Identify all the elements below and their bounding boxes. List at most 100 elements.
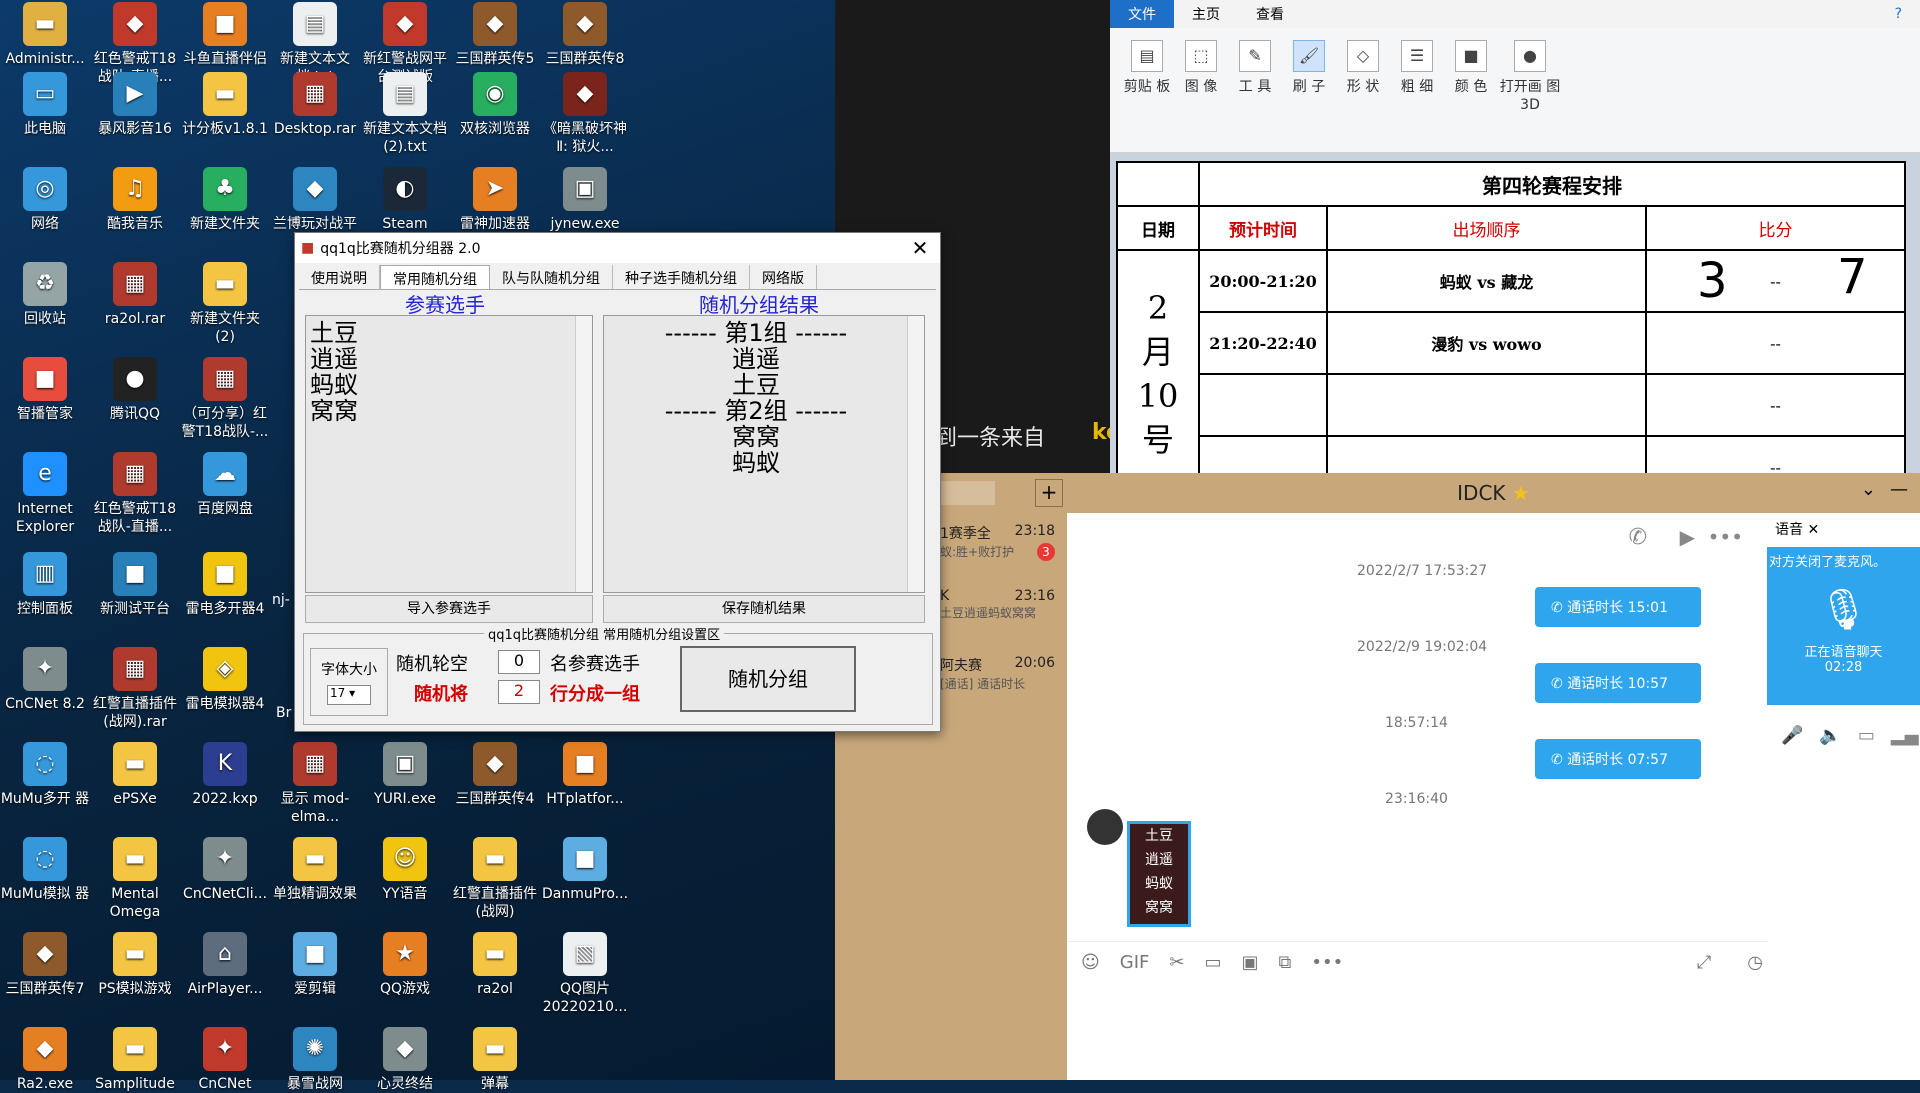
list-item[interactable]: K 23:16 土豆逍遥蚂蚁窝窝 bbox=[940, 588, 1065, 621]
tab-file[interactable]: 文件 bbox=[1110, 0, 1174, 28]
gif-icon[interactable]: GIF bbox=[1120, 952, 1150, 973]
desktop-icon[interactable]: ◐ Steam bbox=[360, 167, 450, 233]
scrollbar[interactable] bbox=[907, 316, 924, 592]
desktop-icon[interactable]: ▬ PS模拟游戏 bbox=[90, 932, 180, 998]
desktop-icon[interactable]: ✦ CnCNet 8.2 bbox=[0, 647, 90, 713]
desktop-icon[interactable]: ◎ 网络 bbox=[0, 167, 90, 233]
round-empty-input[interactable]: 0 bbox=[498, 650, 540, 674]
shapes-button[interactable]: ◇ 形 状 bbox=[1336, 28, 1390, 152]
desktop-icon[interactable]: ◈ 雷电模拟器4 bbox=[180, 647, 270, 713]
history-icon[interactable]: ◷ bbox=[1747, 952, 1763, 973]
expand-icon[interactable]: ⤢ bbox=[1697, 952, 1711, 973]
desktop-icon[interactable]: K 2022.kxp bbox=[180, 742, 270, 808]
voice-tab[interactable]: 语音 ✕ bbox=[1775, 519, 1819, 539]
add-icon[interactable]: + bbox=[1035, 479, 1063, 507]
avatar[interactable] bbox=[1087, 809, 1123, 845]
image-icon[interactable]: ▣ bbox=[1242, 952, 1259, 973]
paint3d-button[interactable]: ● 打开画 图 3D bbox=[1498, 28, 1562, 152]
brush-button[interactable]: 🖌 刷 子 bbox=[1282, 28, 1336, 152]
random-group-button[interactable]: 随机分组 bbox=[680, 646, 856, 712]
desktop-icon[interactable]: e Internet Explorer bbox=[0, 452, 90, 536]
call-bubble[interactable]: ✆ 通话时长 10:57 bbox=[1535, 663, 1701, 703]
desktop-icon[interactable]: ♫ 酷我音乐 bbox=[90, 167, 180, 233]
minimize-icon[interactable]: — bbox=[1890, 479, 1908, 500]
desktop-icon[interactable]: ◆ 三国群英传8 bbox=[540, 2, 630, 68]
desktop-icon[interactable]: ■ DanmuPro... bbox=[540, 837, 630, 903]
video-call-icon[interactable]: ▶ bbox=[1680, 525, 1695, 549]
rows-per-group-input[interactable]: 2 bbox=[498, 680, 540, 704]
desktop-icon[interactable]: ▦ 红警直播插件 (战网).rar bbox=[90, 647, 180, 731]
more-icon[interactable]: ••• bbox=[1311, 952, 1343, 973]
image-button[interactable]: ⬚ 图 像 bbox=[1174, 28, 1228, 152]
desktop-icon[interactable]: ▶ 暴风影音16 bbox=[90, 72, 180, 138]
desktop-icon[interactable]: ▦ （可分享）红 警T18战队-... bbox=[180, 357, 270, 441]
emoji-icon[interactable]: ☺ bbox=[1081, 952, 1100, 973]
desktop-icon[interactable]: ★ QQ游戏 bbox=[360, 932, 450, 998]
desktop-icon[interactable]: ▦ 红色警戒T18 战队-直播... bbox=[90, 452, 180, 536]
tools-button[interactable]: ✎ 工 具 bbox=[1228, 28, 1282, 152]
tab-view[interactable]: 查看 bbox=[1238, 0, 1302, 28]
import-players-button[interactable]: 导入参赛选手 bbox=[305, 595, 593, 623]
screenshot-icon[interactable]: ⧉ bbox=[1279, 952, 1292, 973]
desktop-icon[interactable]: ■ 新测试平台 bbox=[90, 552, 180, 618]
desktop-icon[interactable]: ▬ 弹幕 bbox=[450, 1027, 540, 1093]
clipboard-button[interactable]: ▤ 剪贴 板 bbox=[1120, 28, 1174, 152]
tab-network[interactable]: 网络版 bbox=[750, 265, 817, 289]
desktop-icon[interactable]: ◆ 《暗黑破坏神 Ⅱ: 狱火... bbox=[540, 72, 630, 156]
save-results-button[interactable]: 保存随机结果 bbox=[603, 595, 925, 623]
tab-team-random[interactable]: 队与队随机分组 bbox=[490, 265, 613, 289]
tab-common-random[interactable]: 常用随机分组 bbox=[380, 265, 490, 289]
desktop-icon[interactable]: ▬ Mental Omega bbox=[90, 837, 180, 921]
chevron-down-icon[interactable]: ⌄ bbox=[1861, 479, 1876, 500]
desktop-icon[interactable]: ◆ 三国群英传5 bbox=[450, 2, 540, 68]
desktop-icon[interactable]: ◆ Ra2.exe bbox=[0, 1027, 90, 1093]
desktop-icon[interactable]: ▦ Desktop.rar bbox=[270, 72, 360, 138]
desktop-icon[interactable]: ♻ 回收站 bbox=[0, 262, 90, 328]
desktop-icon[interactable]: ▥ 控制面板 bbox=[0, 552, 90, 618]
tab-instructions[interactable]: 使用说明 bbox=[299, 265, 380, 289]
desktop-icon[interactable]: ▬ 单独精调效果 bbox=[270, 837, 360, 903]
desktop-icon[interactable]: ➤ 雷神加速器 bbox=[450, 167, 540, 233]
list-item[interactable]: 1赛季全 23:18 蚁:胜+败打护 3 bbox=[940, 523, 1065, 561]
desktop-icon[interactable]: ■ 雷电多开器4 bbox=[180, 552, 270, 618]
desktop-icon[interactable]: ▦ ra2ol.rar bbox=[90, 262, 180, 328]
desktop-icon[interactable]: ◌ MuMu多开 器 bbox=[0, 742, 90, 808]
tab-home[interactable]: 主页 bbox=[1174, 0, 1238, 28]
desktop-icon[interactable]: ▬ ePSXe bbox=[90, 742, 180, 808]
call-bubble[interactable]: ✆ 通话时长 15:01 bbox=[1535, 587, 1701, 627]
desktop-icon[interactable]: ▬ Administr... bbox=[0, 2, 90, 68]
desktop-icon[interactable]: ▤ 新建文本文档 (2).txt bbox=[360, 72, 450, 156]
desktop-icon[interactable]: ▬ ra2ol bbox=[450, 932, 540, 998]
desktop-icon[interactable]: ▭ 此电脑 bbox=[0, 72, 90, 138]
desktop-icon[interactable]: ■ 斗鱼直播伴侣 bbox=[180, 2, 270, 68]
more-icon[interactable]: ••• bbox=[1708, 525, 1743, 549]
line-width-button[interactable]: ☰ 粗 细 bbox=[1390, 28, 1444, 152]
desktop-icon[interactable]: ☁ 百度网盘 bbox=[180, 452, 270, 518]
results-list[interactable]: ------ 第1组 ------ 逍遥 土豆 ------ 第2组 -----… bbox=[603, 315, 925, 593]
list-item[interactable]: 阿夫赛 20:06 [通话] 通话时长 bbox=[940, 655, 1065, 692]
desktop-icon[interactable]: ▬ 新建文件夹 (2) bbox=[180, 262, 270, 346]
scissors-icon[interactable]: ✂ bbox=[1169, 952, 1184, 973]
tab-seed-random[interactable]: 种子选手随机分组 bbox=[613, 265, 750, 289]
desktop-icon[interactable]: ■ HTplatfor... bbox=[540, 742, 630, 808]
desktop-icon[interactable]: ⌂ AirPlayer... bbox=[180, 932, 270, 998]
phone-icon[interactable]: ✆ bbox=[1629, 525, 1647, 550]
desktop-icon[interactable]: ♣ 新建文件夹 bbox=[180, 167, 270, 233]
paint-canvas[interactable]: 第四轮赛程安排 日期 预计时间 出场顺序 比分 2 月 10 号 20:00-2… bbox=[1110, 153, 1920, 499]
desktop-icon[interactable]: ● 腾讯QQ bbox=[90, 357, 180, 423]
desktop-icon[interactable]: ▣ YURI.exe bbox=[360, 742, 450, 808]
close-icon[interactable]: ✕ bbox=[900, 236, 940, 260]
font-size-select[interactable]: 17 ▾ bbox=[327, 685, 371, 705]
players-list[interactable]: 土豆 逍遥 蚂蚁 窝窝 bbox=[305, 315, 593, 593]
help-icon[interactable]: ? bbox=[1877, 2, 1920, 26]
desktop-icon[interactable]: ◌ MuMu模拟 器 bbox=[0, 837, 90, 903]
desktop-icon[interactable]: ◉ 双核浏览器 bbox=[450, 72, 540, 138]
image-message[interactable]: 土豆 逍遥 蚂蚁 窝窝 bbox=[1127, 821, 1191, 927]
desktop-icon[interactable]: ▣ jynew.exe bbox=[540, 167, 630, 233]
speaker-icon[interactable]: 🔈 bbox=[1819, 725, 1841, 746]
folder-icon[interactable]: ▭ bbox=[1204, 952, 1221, 973]
mic-icon[interactable]: 🎤 bbox=[1781, 725, 1803, 746]
desktop-icon[interactable]: ◆ 三国群英传4 bbox=[450, 742, 540, 808]
desktop-icon[interactable]: ◆ 心灵终结 bbox=[360, 1027, 450, 1093]
desktop-icon[interactable]: ◆ 兰博玩对战平 bbox=[270, 167, 360, 233]
